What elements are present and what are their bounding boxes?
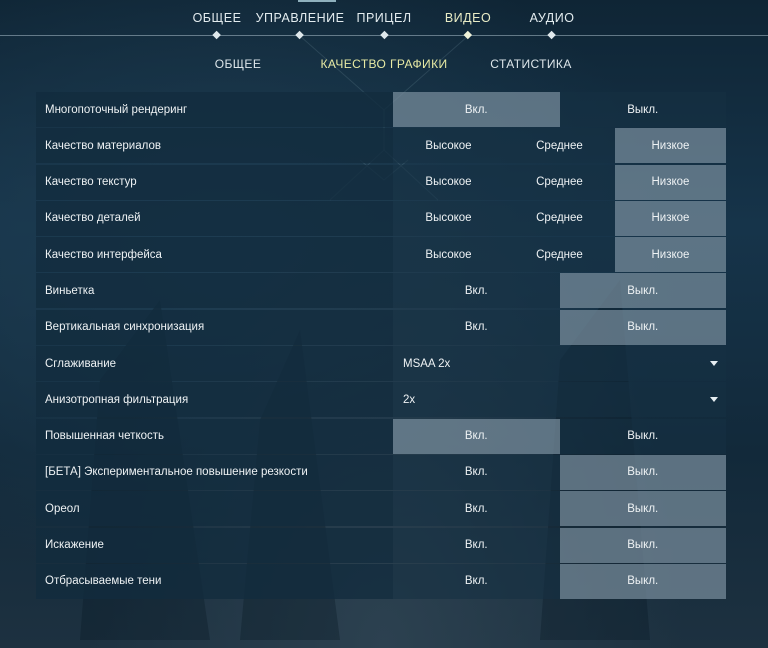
setting-distortion: Искажение Вкл. Выкл.	[36, 527, 726, 563]
anti-aliasing-dropdown[interactable]: MSAA 2x	[393, 346, 726, 382]
setting-label: Виньетка	[36, 273, 393, 309]
setting-label: Вертикальная синхронизация	[36, 309, 393, 345]
top-navigation: ОБЩЕЕ УПРАВЛЕНИЕ ПРИЦЕЛ ВИДЕО АУДИО	[0, 0, 768, 40]
toggle-group: Вкл. Выкл.	[393, 418, 726, 454]
toggle-group: Вкл. Выкл.	[393, 273, 726, 309]
option-on[interactable]: Вкл.	[393, 92, 560, 127]
diamond-icon	[212, 30, 222, 40]
dropdown-value: 2x	[403, 393, 416, 406]
option-medium[interactable]: Среднее	[503, 128, 615, 164]
diamond-icon	[547, 30, 557, 40]
option-on[interactable]: Вкл.	[393, 491, 560, 527]
setting-experimental-sharpening: [БЕТА] Экспериментальное повышение резко…	[36, 454, 726, 490]
option-off[interactable]: Выкл.	[559, 491, 726, 527]
option-off[interactable]: Выкл.	[559, 563, 726, 599]
option-off[interactable]: Выкл.	[559, 527, 726, 563]
setting-label: [БЕТА] Экспериментальное повышение резко…	[36, 454, 393, 490]
subtab-graphics-quality[interactable]: КАЧЕСТВО ГРАФИКИ	[321, 57, 448, 71]
tab-controls[interactable]: УПРАВЛЕНИЕ	[256, 11, 345, 40]
toggle-group: Вкл. Выкл.	[393, 527, 726, 563]
setting-bloom: Ореол Вкл. Выкл.	[36, 491, 726, 527]
quality-group: Высокое Среднее Низкое	[393, 128, 726, 164]
tab-video[interactable]: ВИДЕО	[445, 11, 491, 40]
subtab-stats[interactable]: СТАТИСТИКА	[490, 57, 571, 71]
option-off[interactable]: Выкл.	[559, 273, 726, 309]
toggle-group: Вкл. Выкл.	[393, 491, 726, 527]
sub-navigation: ОБЩЕЕ КАЧЕСТВО ГРАФИКИ СТАТИСТИКА	[0, 57, 768, 73]
quality-group: Высокое Среднее Низкое	[393, 200, 726, 236]
setting-improve-clarity: Повышенная четкость Вкл. Выкл.	[36, 418, 726, 454]
settings-list: Многопоточный рендеринг Вкл. Выкл. Качес…	[36, 92, 726, 600]
option-off[interactable]: Выкл.	[559, 418, 726, 454]
active-indicator	[298, 0, 336, 2]
toggle-group: Вкл. Выкл.	[393, 454, 726, 490]
setting-label: Анизотропная фильтрация	[36, 382, 393, 418]
setting-label: Качество деталей	[36, 200, 393, 236]
toggle-group: Вкл. Выкл.	[393, 309, 726, 345]
option-high[interactable]: Высокое	[393, 200, 504, 236]
setting-label: Качество интерфейса	[36, 237, 393, 273]
quality-group: Высокое Среднее Низкое	[393, 237, 726, 273]
setting-label: Отбрасываемые тени	[36, 563, 393, 599]
tab-crosshair[interactable]: ПРИЦЕЛ	[356, 11, 411, 40]
diamond-icon	[463, 30, 473, 40]
setting-label: Сглаживание	[36, 346, 393, 382]
setting-label: Ореол	[36, 491, 393, 527]
toggle-group: Вкл. Выкл.	[393, 563, 726, 599]
option-on[interactable]: Вкл.	[393, 527, 560, 563]
diamond-icon	[295, 30, 305, 40]
setting-cast-shadows: Отбрасываемые тени Вкл. Выкл.	[36, 563, 726, 599]
diamond-icon	[379, 30, 389, 40]
setting-label: Качество материалов	[36, 128, 393, 164]
setting-vignette: Виньетка Вкл. Выкл.	[36, 273, 726, 309]
tab-general[interactable]: ОБЩЕЕ	[193, 11, 242, 40]
setting-ui-quality: Качество интерфейса Высокое Среднее Низк…	[36, 237, 726, 273]
option-off[interactable]: Выкл.	[559, 309, 726, 345]
option-low[interactable]: Низкое	[614, 237, 726, 273]
option-high[interactable]: Высокое	[393, 237, 504, 273]
option-on[interactable]: Вкл.	[393, 454, 560, 490]
option-on[interactable]: Вкл.	[393, 273, 560, 309]
toggle-group: Вкл. Выкл.	[393, 92, 726, 127]
option-medium[interactable]: Среднее	[503, 237, 615, 273]
setting-label: Качество текстур	[36, 164, 393, 200]
setting-detail-quality: Качество деталей Высокое Среднее Низкое	[36, 200, 726, 236]
option-on[interactable]: Вкл.	[393, 563, 560, 599]
setting-multithreaded-rendering: Многопоточный рендеринг Вкл. Выкл.	[36, 92, 726, 127]
option-medium[interactable]: Среднее	[503, 200, 615, 236]
setting-material-quality: Качество материалов Высокое Среднее Низк…	[36, 128, 726, 164]
setting-label: Повышенная четкость	[36, 418, 393, 454]
setting-texture-quality: Качество текстур Высокое Среднее Низкое	[36, 164, 726, 200]
tab-audio[interactable]: АУДИО	[530, 11, 575, 40]
quality-group: Высокое Среднее Низкое	[393, 164, 726, 200]
setting-label: Искажение	[36, 527, 393, 563]
option-on[interactable]: Вкл.	[393, 309, 560, 345]
setting-anisotropic-filtering: Анизотропная фильтрация 2x	[36, 382, 726, 418]
option-medium[interactable]: Среднее	[503, 164, 615, 200]
option-low[interactable]: Низкое	[614, 200, 726, 236]
option-low[interactable]: Низкое	[614, 164, 726, 200]
setting-label: Многопоточный рендеринг	[36, 92, 393, 127]
option-off[interactable]: Выкл.	[559, 92, 726, 127]
subtab-general[interactable]: ОБЩЕЕ	[215, 57, 261, 71]
option-off[interactable]: Выкл.	[559, 454, 726, 490]
caret-down-icon	[710, 397, 718, 403]
dropdown-value: MSAA 2x	[403, 357, 451, 370]
setting-vsync: Вертикальная синхронизация Вкл. Выкл.	[36, 309, 726, 345]
setting-anti-aliasing: Сглаживание MSAA 2x	[36, 346, 726, 382]
caret-down-icon	[710, 361, 718, 367]
option-on[interactable]: Вкл.	[393, 418, 560, 454]
anisotropic-filtering-dropdown[interactable]: 2x	[393, 382, 726, 418]
option-high[interactable]: Высокое	[393, 128, 504, 164]
option-low[interactable]: Низкое	[614, 128, 726, 164]
option-high[interactable]: Высокое	[393, 164, 504, 200]
